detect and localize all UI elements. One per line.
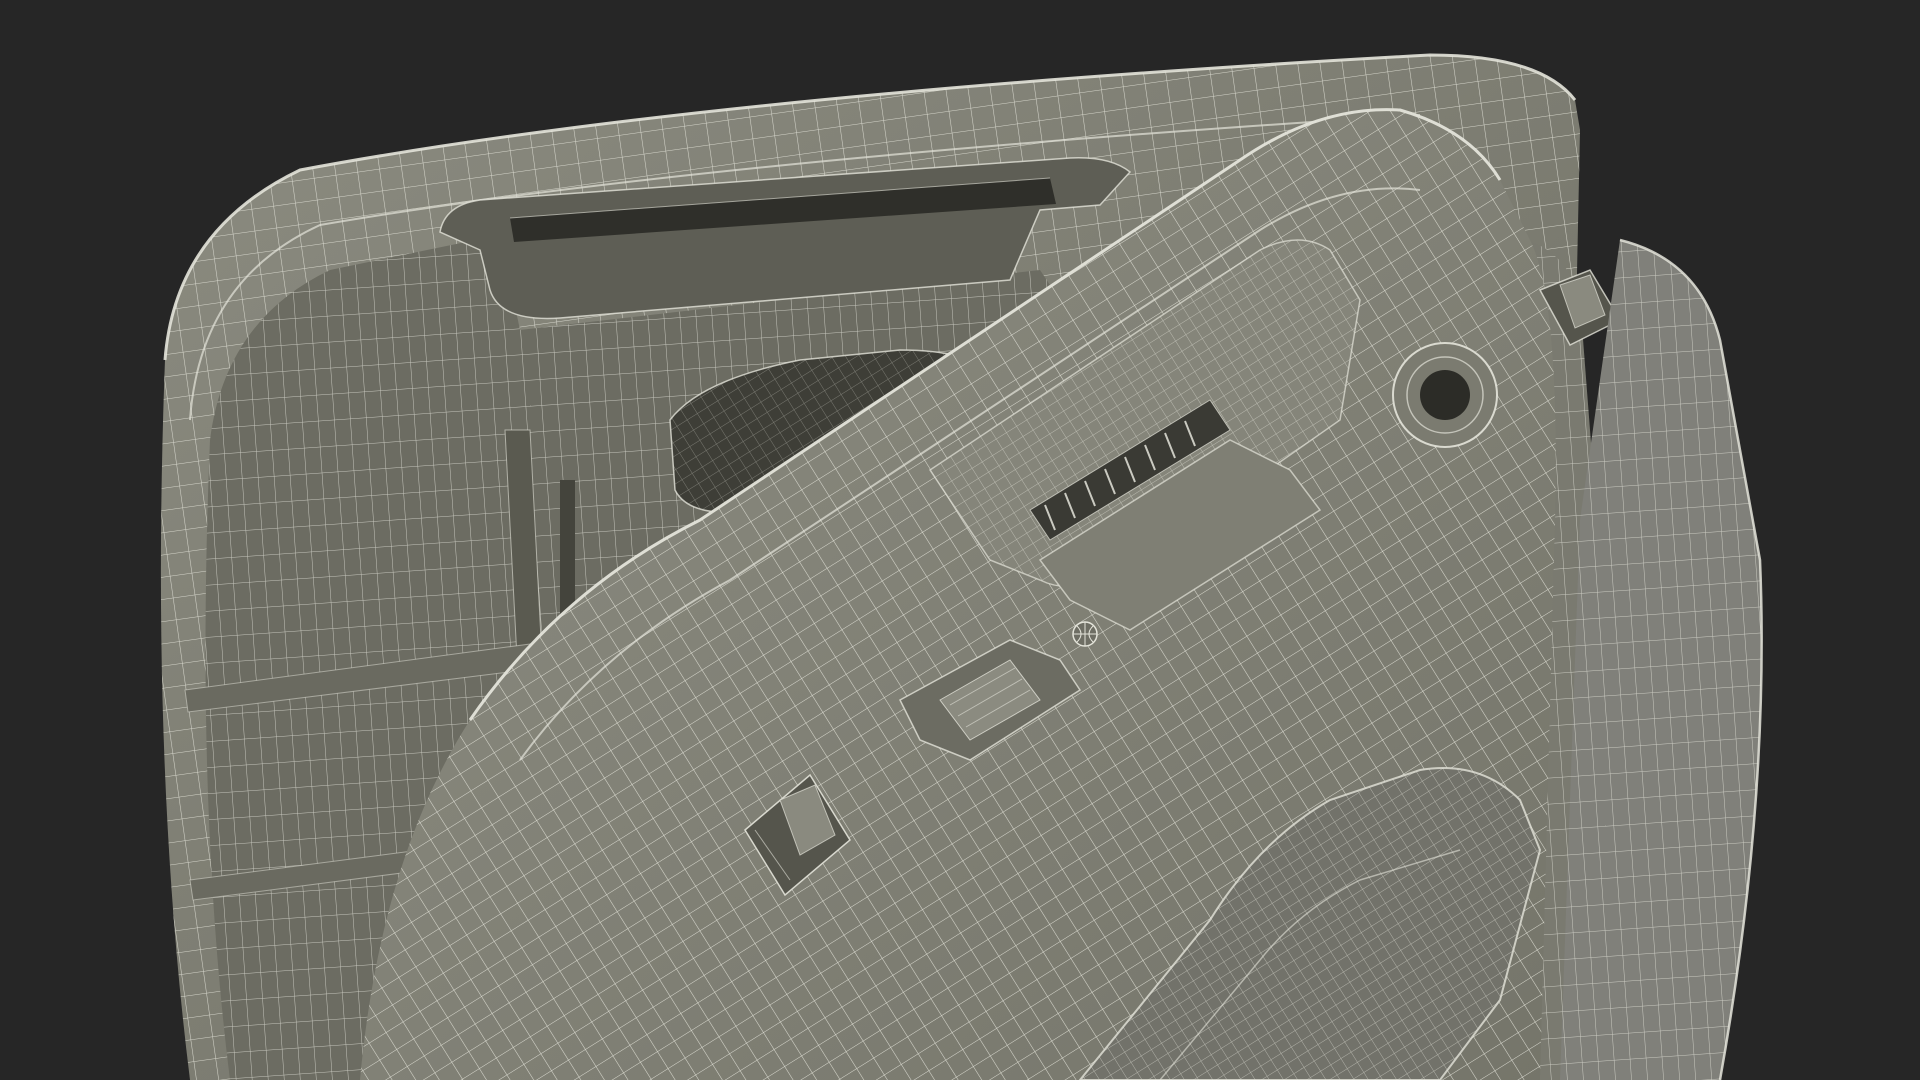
- wireframe-render-scene: [0, 0, 1920, 1080]
- globe-icon: [1072, 621, 1098, 647]
- body-round-port: [1392, 342, 1498, 448]
- wireframe-render: [160, 53, 1763, 1080]
